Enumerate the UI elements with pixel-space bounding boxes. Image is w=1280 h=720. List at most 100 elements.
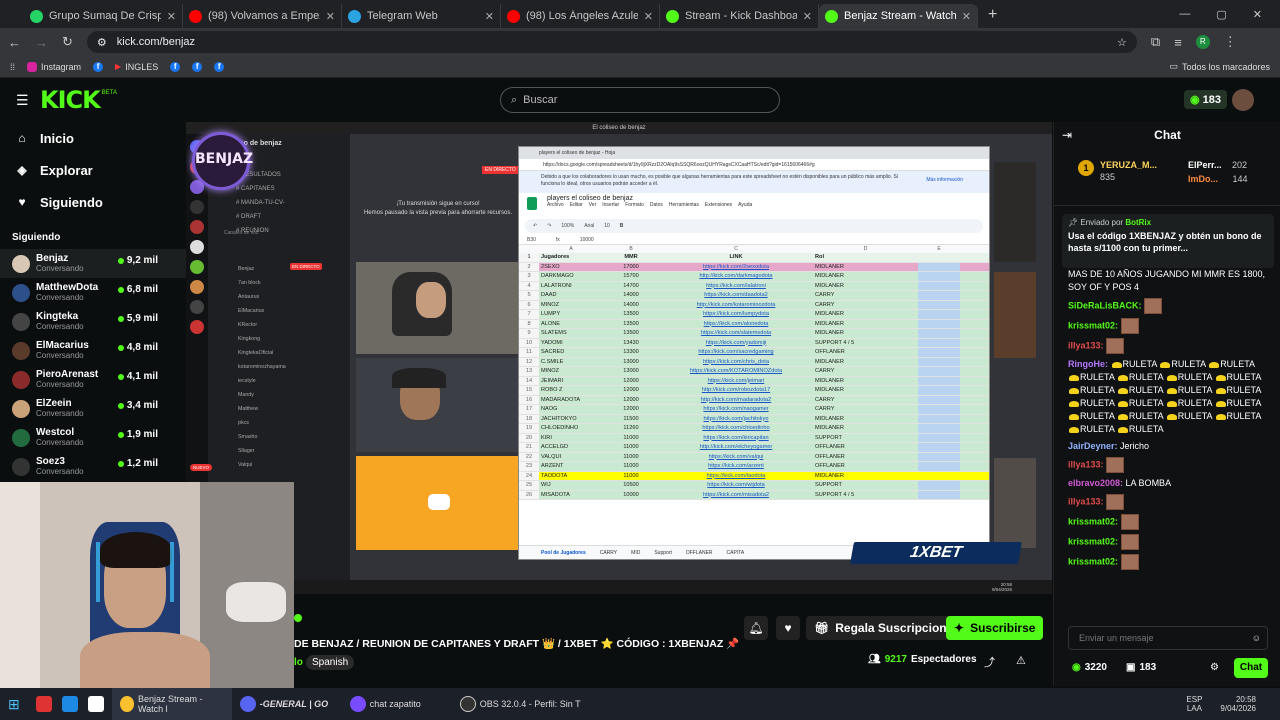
sheet-cell[interactable]: https://kick.com/taodota [659, 472, 813, 481]
sheet-cell[interactable] [918, 348, 960, 357]
zoom-select[interactable]: 100% [561, 223, 574, 229]
sheet-cell[interactable]: MIDLANER [813, 263, 918, 272]
taskbar-item-browser[interactable]: Benjaz Stream - Watch l [111, 688, 232, 720]
server-icon[interactable] [190, 300, 204, 314]
forward-icon[interactable]: → [35, 35, 48, 50]
tab-close-icon[interactable]: ✕ [167, 10, 176, 23]
menu-icon[interactable]: ⋮ [1224, 34, 1237, 50]
sheet-cell[interactable]: MINOZ [539, 367, 603, 376]
taskbar-item-chat[interactable]: chat zapatito [342, 688, 452, 720]
sheet-cell[interactable]: 12000 [603, 386, 659, 395]
sheet-cell[interactable]: https://kick.com/kiricapitan [659, 434, 813, 443]
sheet-cell[interactable] [918, 376, 960, 385]
sheet-cell[interactable] [918, 281, 960, 290]
sheet-cell[interactable]: 12000 [603, 396, 659, 405]
user-avatar[interactable] [1232, 89, 1254, 111]
chat-username[interactable]: JairDeyner: [1068, 441, 1120, 451]
chat-username[interactable]: RingoHe: [1068, 359, 1111, 369]
sheet-menu-item[interactable]: Herramientas [669, 202, 699, 208]
sheet-cell[interactable]: ROBO Z [539, 386, 603, 395]
sheet-menu-item[interactable]: Insertar [602, 202, 619, 208]
nav-item-inicio[interactable]: ⌂ Inicio [0, 122, 186, 154]
sheet-cell[interactable]: TAODOTA [539, 472, 603, 481]
kick-logo[interactable]: KICK [40, 86, 101, 114]
sheet-cell[interactable]: MIDLANER [813, 282, 918, 291]
sheet-cell[interactable]: 12000 [603, 405, 659, 414]
bookmark-ingles[interactable]: ▶ INGLES [115, 62, 158, 72]
maximize-icon[interactable]: ▢ [1216, 8, 1226, 21]
sheet-cell[interactable] [918, 462, 960, 471]
sheet-cell[interactable]: 14700 [603, 282, 659, 291]
sheet-cell[interactable]: SUPPORT [813, 481, 918, 490]
sheet-tab[interactable]: Pool de Jugadores [541, 550, 586, 556]
sheet-cell[interactable]: DARKMAGO [539, 272, 603, 281]
sheet-cell[interactable]: https://kick.com/alonedota [659, 320, 813, 329]
voice-user[interactable]: Antaurus [238, 290, 286, 304]
browser-tab[interactable]: (98) Los Ángeles Azules - Nunc ✕ [501, 4, 660, 28]
sheet-cell[interactable]: https://kick.com/daadota2 [659, 291, 813, 300]
sheet-cell[interactable]: MIDLANER [813, 272, 918, 281]
report-icon[interactable]: ⚠ [1016, 654, 1026, 667]
sheet-cell[interactable]: NAOG [539, 405, 603, 414]
chat-username[interactable]: illya133: [1068, 340, 1106, 350]
search-input[interactable]: ⌕ Buscar [500, 87, 780, 113]
channel-item[interactable]: MatthewDota Conversando 6,8 mil [0, 278, 186, 307]
chat-username[interactable]: krissmat02: [1068, 516, 1121, 526]
channel-item[interactable]: Kingteka Conversando 5,9 mil [0, 307, 186, 336]
browser-tab[interactable]: Telegram Web ✕ [342, 4, 501, 28]
sheet-cell[interactable]: VALQUI [539, 453, 603, 462]
sheet-cell[interactable]: OFFLANER [813, 453, 918, 462]
server-icon[interactable] [190, 260, 204, 274]
sheet-cell[interactable]: 13000 [603, 358, 659, 367]
sheet-cell[interactable]: MIDLANER [813, 472, 918, 481]
category-link[interactable]: lo [294, 657, 303, 668]
sheet-cell[interactable]: CARRY [813, 301, 918, 310]
chat-username[interactable]: krissmat02: [1068, 536, 1121, 546]
sheet-cell[interactable]: 13430 [603, 339, 659, 348]
facebook-icon[interactable]: f [93, 61, 104, 72]
gift-subs-button[interactable]: 🎁︎ Regala Suscripciones [806, 616, 968, 640]
chat-username[interactable]: krissmat02: [1068, 320, 1121, 330]
gifter-1-name[interactable]: YERUZA_M... [1100, 160, 1157, 170]
sheet-menu-item[interactable]: Ayuda [738, 202, 752, 208]
sheet-cell[interactable]: KIRI [539, 434, 603, 443]
address-bar[interactable]: ⚙ kick.com/benjaz ☆ [86, 31, 1137, 53]
header-cell[interactable]: Jugadores [539, 253, 603, 262]
sheet-cell[interactable]: SACRED [539, 348, 603, 357]
notification-bell-icon[interactable]: 🔔︎ [744, 616, 768, 640]
sheet-cell[interactable]: https://kick.com/KOTAROMINOZdota [659, 367, 813, 376]
sheet-cell[interactable]: https://kick.com/valqui [659, 453, 813, 462]
tab-close-icon[interactable]: ✕ [644, 10, 653, 23]
sheet-cell[interactable]: https://kick.com/slatemsdota [659, 329, 813, 338]
sheet-cell[interactable]: http://kick.com/kotarominozdota [659, 301, 813, 310]
points-badge[interactable]: ◉ 183 [1184, 90, 1228, 109]
gifter-2-name[interactable]: ElPerr... [1188, 160, 1222, 170]
undo-icon[interactable]: ↶ [533, 223, 537, 229]
sheet-menu-item[interactable]: Editar [570, 202, 583, 208]
sheet-cell[interactable] [918, 471, 960, 480]
browser-tab[interactable]: Stream - Kick Dashboard ✕ [660, 4, 819, 28]
sheet-cell[interactable] [918, 300, 960, 309]
bold-icon[interactable]: B [620, 223, 624, 229]
sheet-cell[interactable]: MIDLANER [813, 329, 918, 338]
cell-ref[interactable]: B30 [527, 237, 536, 243]
sheet-cell[interactable] [918, 414, 960, 423]
sheet-cell[interactable]: 13000 [603, 367, 659, 376]
tab-close-icon[interactable]: ✕ [485, 10, 494, 23]
sheet-tab[interactable]: Support [654, 550, 672, 556]
nav-item-siguiendo[interactable]: ♥ Siguiendo [0, 186, 186, 218]
sheet-cell[interactable]: 11000 [603, 434, 659, 443]
sheet-cell[interactable]: 11000 [603, 472, 659, 481]
sheet-tab[interactable]: OFFLANER [686, 550, 713, 556]
taskbar-item-obs[interactable]: OBS 32.0.4 - Perfil: Sin T [452, 688, 592, 720]
voice-user[interactable]: KRector [238, 318, 286, 332]
chat-input[interactable]: Enviar un mensaje ☺ [1068, 626, 1268, 650]
sheet-cell[interactable]: https://kick.com/wijdota [659, 481, 813, 490]
sheet-cell[interactable]: https://kick.com/misadota2 [659, 491, 813, 500]
language-indicator[interactable]: ESP LAA [1186, 695, 1202, 713]
emoji-icon[interactable]: ☺ [1252, 627, 1261, 649]
server-icon[interactable] [190, 220, 204, 234]
sheet-cell[interactable]: OFFLANER [813, 462, 918, 471]
sheet-cell[interactable]: 10000 [603, 491, 659, 500]
bookmark-instagram[interactable]: Instagram [27, 61, 81, 72]
